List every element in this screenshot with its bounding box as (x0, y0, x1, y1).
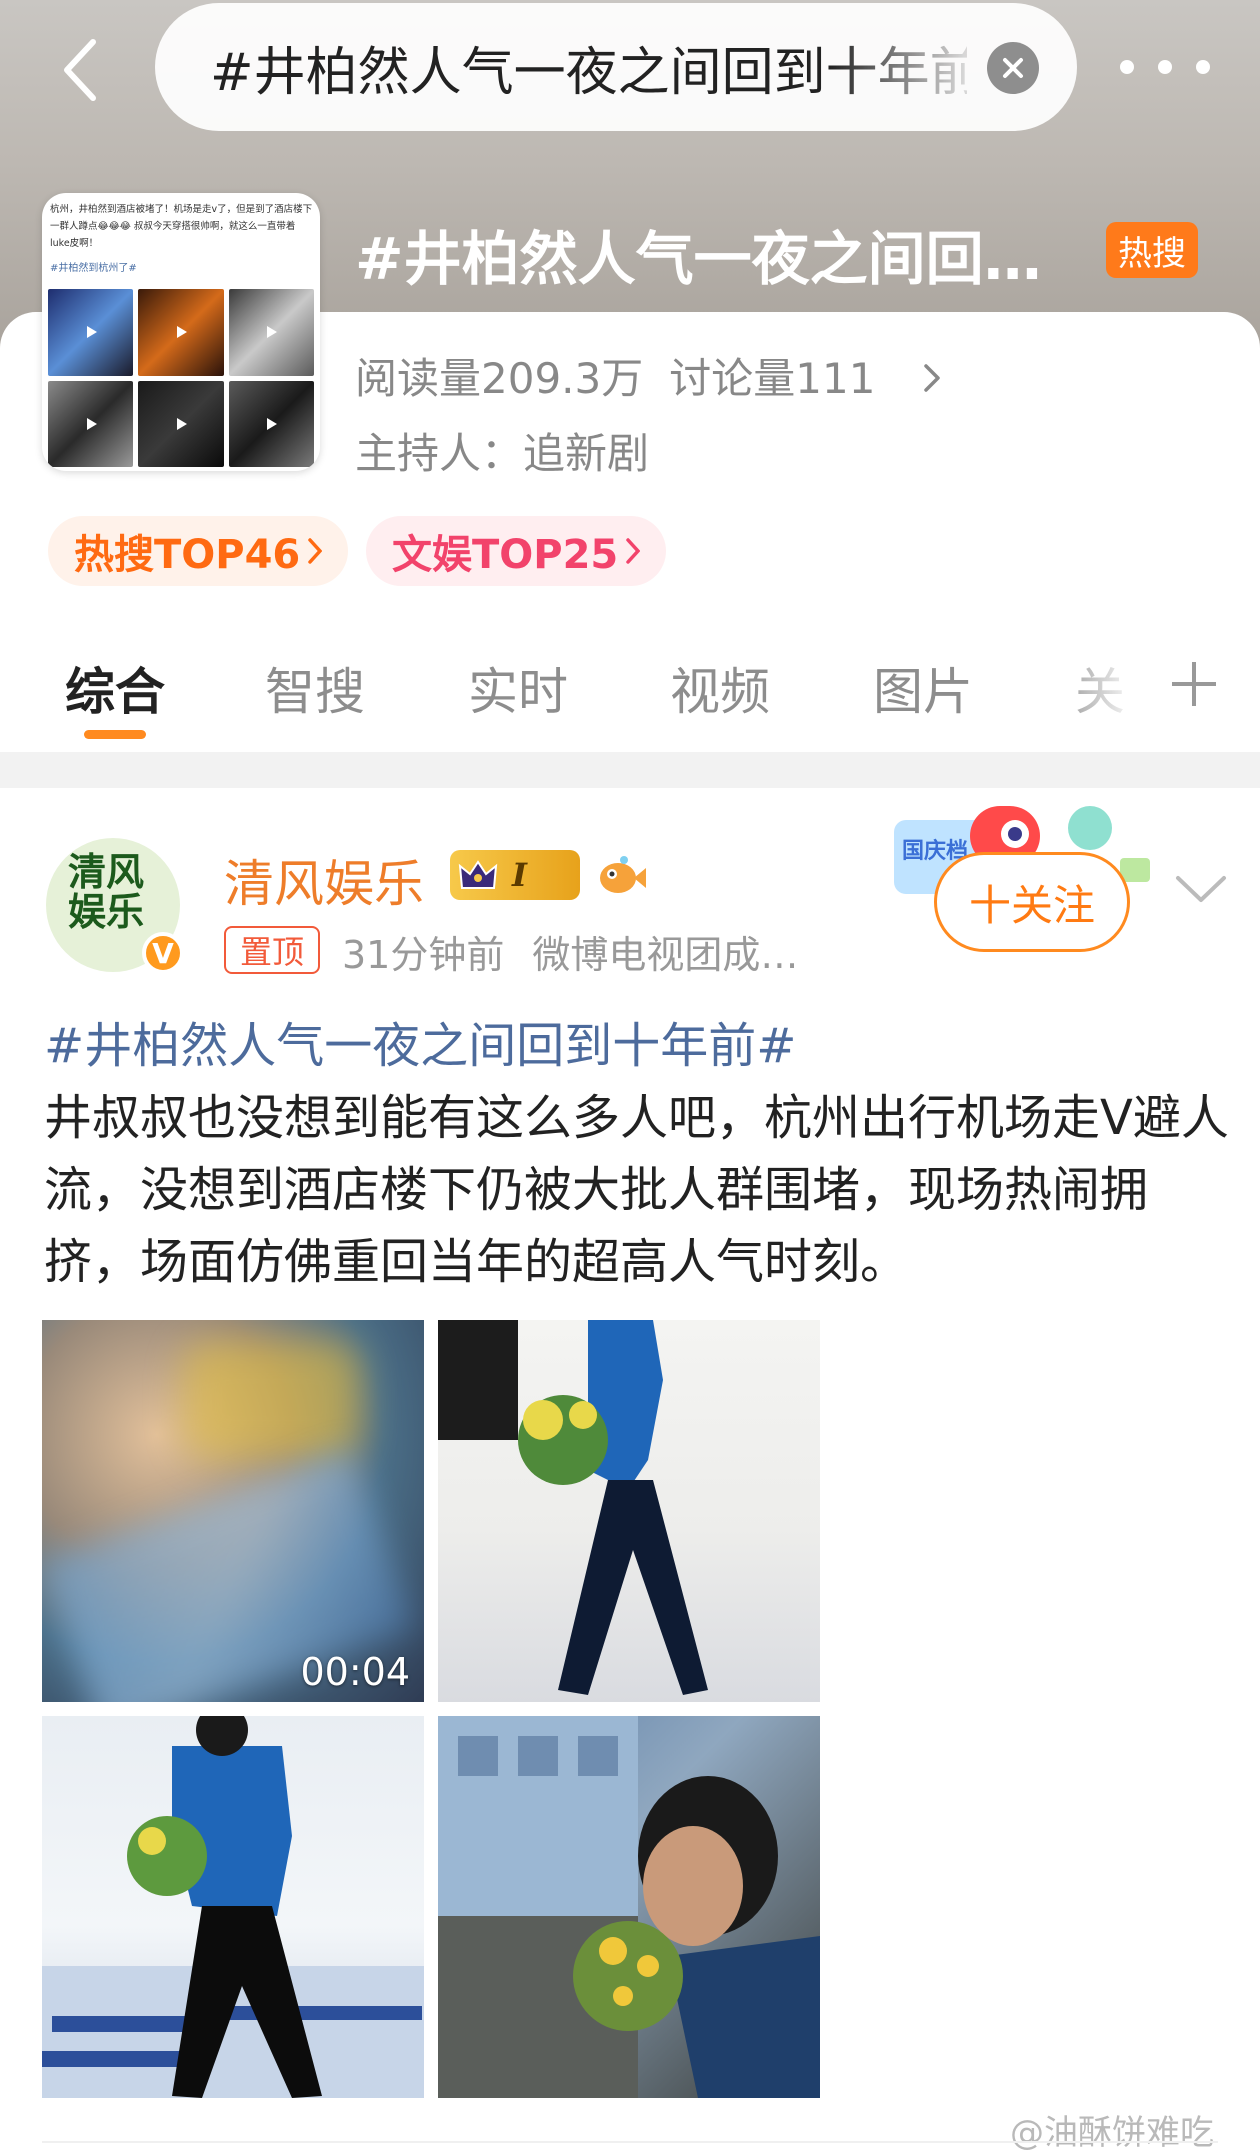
post-hashtag-link[interactable]: #井柏然人气一夜之间回到十年前# (44, 1010, 1229, 1082)
search-input[interactable]: #井柏然人气一夜之间回到十年前# (155, 3, 1077, 131)
tab-smart-search[interactable]: 智搜 (265, 652, 365, 724)
post-body-text: 井叔叔也没想到能有这么多人吧，杭州出行机场走V避人流，没想到酒店楼下仍被大批人群… (44, 1090, 1229, 1290)
user-level-badge: I (450, 850, 580, 900)
tab-following[interactable]: 关 (1075, 652, 1125, 724)
tab-realtime[interactable]: 实时 (468, 652, 568, 724)
verified-badge-icon: V (142, 932, 184, 974)
post-video-thumbnail[interactable]: 00:04 (42, 1320, 424, 1702)
active-tab-indicator (84, 730, 146, 739)
tab-images[interactable]: 图片 (873, 652, 973, 724)
dot-icon (1120, 60, 1134, 74)
dot-icon (1158, 60, 1172, 74)
thumbnail-video-grid (48, 289, 314, 467)
topic-host: 主持人：追新剧 (355, 429, 650, 478)
thumbnail-tag: #井柏然到杭州了# (50, 263, 137, 274)
chevron-right-icon (923, 354, 941, 403)
search-query-text: #井柏然人气一夜之间回到十年前# (210, 42, 967, 103)
read-count: 阅读量209.3万 (355, 354, 644, 403)
man-carrying-flowers-image (438, 1320, 708, 1695)
post-image[interactable] (438, 1716, 820, 2098)
chevron-right-icon (626, 538, 641, 564)
post-meta: 31分钟前 微博电视团成… (342, 924, 798, 979)
plus-icon (1172, 662, 1216, 706)
post-time: 31分钟前 (342, 933, 505, 977)
topic-title: #井柏然人气一夜之间回到十年前# (355, 225, 1085, 293)
tab-bar: 综合 智搜 实时 视频 图片 关 (0, 640, 1260, 750)
chevron-down-icon (1176, 876, 1226, 902)
topic-thumbnail[interactable]: 杭州，井柏然到酒店被堵了！机场是走v了，但是到了酒店楼下一群人蹲点😂😂😂 叔叔今… (42, 193, 320, 471)
crown-icon (458, 860, 498, 889)
post-source: 微博电视团成… (532, 933, 799, 977)
dot-icon (1196, 60, 1210, 74)
tab-comprehensive[interactable]: 综合 (65, 652, 165, 724)
entertainment-rank-pill[interactable]: 文娱TOP25 (366, 516, 667, 586)
hot-search-badge: 热搜 (1106, 222, 1198, 278)
thumbnail-text: 杭州，井柏然到酒店被堵了！机场是走v了，但是到了酒店楼下一群人蹲点😂😂😂 叔叔今… (50, 204, 313, 249)
user-level-text: I (512, 856, 527, 894)
discussion-count: 讨论量111 (669, 354, 876, 403)
section-divider (0, 752, 1260, 788)
watermark: @油酥饼难吃 (1010, 2113, 1214, 2153)
avatar-logo-text: 清风娱乐 (68, 849, 145, 934)
tab-video[interactable]: 视频 (670, 652, 770, 724)
post-card: 清风娱乐 V 清风娱乐 I 置顶 31分钟前 微博电视团成… 国庆档 十关注 #井… (0, 788, 1260, 2155)
close-icon (1003, 58, 1023, 78)
clear-search-button[interactable] (987, 42, 1039, 94)
fish-icon (600, 856, 646, 893)
post-image[interactable] (438, 1320, 820, 1702)
hot-search-rank-pill[interactable]: 热搜TOP46 (48, 516, 349, 586)
chevron-right-icon (308, 538, 323, 564)
author-name[interactable]: 清风娱乐 (224, 844, 424, 916)
topic-stats[interactable]: 阅读量209.3万 讨论量111 (355, 345, 967, 406)
man-smelling-flowers-image (438, 1716, 820, 2098)
back-arrow-icon (64, 39, 96, 101)
man-crossing-street-image (42, 1716, 424, 2098)
follow-button[interactable]: 十关注 (934, 852, 1130, 952)
post-bottom-divider (42, 2141, 1218, 2143)
back-button[interactable] (50, 30, 110, 110)
hot-search-rank-label: 热搜TOP46 (74, 532, 301, 578)
post-options-button[interactable] (1172, 870, 1230, 910)
add-tab-button[interactable] (1166, 656, 1222, 712)
entertainment-rank-label: 文娱TOP25 (392, 532, 619, 578)
pinned-badge: 置顶 (224, 926, 321, 974)
video-duration: 00:04 (300, 1650, 410, 1694)
post-content: #井柏然人气一夜之间回到十年前# 井叔叔也没想到能有这么多人吧，杭州出行机场走V… (44, 1010, 1229, 1298)
post-image[interactable] (42, 1716, 424, 2098)
more-options-button[interactable] (1120, 52, 1210, 82)
